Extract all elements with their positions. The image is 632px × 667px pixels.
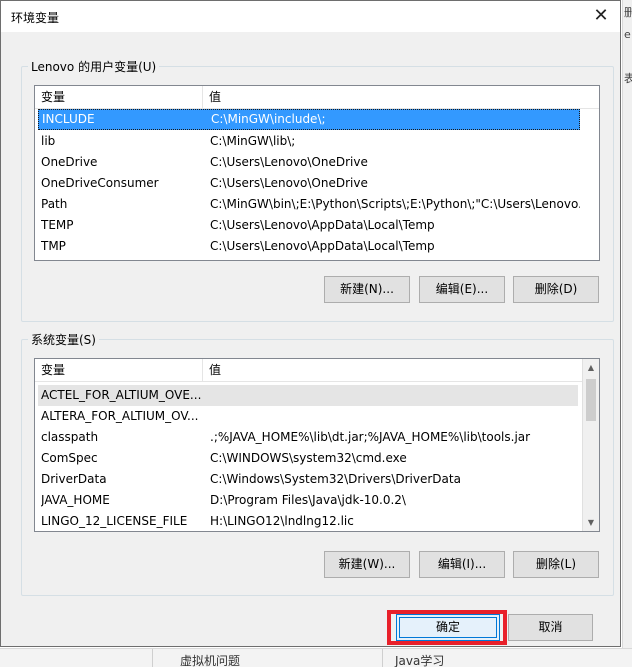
variable-name: LINGO_12_LICENSE_FILE [41,514,188,528]
variable-name: lib [41,134,56,148]
variable-value: D:\Program Files\Java\jdk-10.0.2\ [210,493,406,507]
system-new-button[interactable]: 新建(W)... [324,551,410,578]
background-window-bottom: 虚拟机问题 Java学习 [0,648,632,667]
background-text: 虚拟机问题 [180,654,241,667]
variable-value: .;%JAVA_HOME%\lib\dt.jar;%JAVA_HOME%\lib… [210,430,531,444]
table-row[interactable]: classpath .;%JAVA_HOME%\lib\dt.jar;%JAVA… [38,427,578,448]
close-icon[interactable]: ✕ [588,4,614,28]
title-bar: 环境变量 ✕ [1,1,620,32]
variable-value: C:\MinGW\bin\;E:\Python\Scripts\;E:\Pyth… [210,197,580,211]
list-header: 变量 值 [35,86,599,109]
table-row[interactable]: DriverData C:\Windows\System32\Drivers\D… [38,469,578,490]
background-text: 表 [624,72,632,85]
user-new-button[interactable]: 新建(N)... [324,276,410,303]
variable-value: C:\WINDOWS\system32\cmd.exe [210,451,407,465]
table-row[interactable]: Path C:\MinGW\bin\;E:\Python\Scripts\;E:… [38,194,580,215]
variable-name: ComSpec [41,451,98,465]
variable-name: TEMP [41,218,74,232]
column-header-variable[interactable]: 变量 [35,86,203,108]
background-text: 删 [624,6,632,19]
variable-value: C:\Users\Lenovo\AppData\Local\Temp [210,218,435,232]
variable-value: C:\Windows\System32\Drivers\DriverData [210,472,461,486]
background-divider [382,649,383,667]
annotation-highlight-box [387,610,507,645]
scroll-down-icon[interactable]: ▼ [583,514,599,531]
variable-name: Path [41,197,68,211]
system-variables-legend: 系统变量(S) [31,333,96,347]
variable-name: OneDriveConsumer [41,176,159,190]
variable-name: TMP [41,239,66,253]
column-header-variable[interactable]: 变量 [35,359,203,381]
user-edit-button[interactable]: 编辑(E)... [419,276,505,303]
dialog-title: 环境变量 [11,11,60,25]
variable-value: C:\Users\Lenovo\OneDrive [210,155,368,169]
table-row[interactable]: INCLUDE C:\MinGW\include\; [38,109,580,130]
table-row[interactable]: LINGO_12_LICENSE_FILE H:\LINGO12\lndlng1… [38,511,578,531]
variable-name: DriverData [41,472,107,486]
user-variables-legend: Lenovo 的用户变量(U) [31,60,157,74]
background-text: e [624,28,631,41]
variable-name: OneDrive [41,155,98,169]
table-row[interactable]: OneDrive C:\Users\Lenovo\OneDrive [38,152,580,173]
table-row[interactable]: JAVA_HOME D:\Program Files\Java\jdk-10.0… [38,490,578,511]
variable-value: C:\MinGW\lib\; [210,134,296,148]
variable-value: H:\LINGO12\lndlng12.lic [210,514,354,528]
user-delete-button[interactable]: 删除(D) [513,276,599,303]
variable-name: classpath [41,430,99,444]
variable-value: C:\Users\Lenovo\AppData\Local\Temp [210,239,435,253]
background-window-strip: 删 e 表 [622,0,632,666]
scroll-thumb[interactable] [586,379,596,421]
column-header-value[interactable]: 值 [203,359,221,381]
table-row[interactable]: TEMP C:\Users\Lenovo\AppData\Local\Temp [38,215,580,236]
cancel-button[interactable]: 取消 [508,614,593,641]
background-text: Java学习 [395,654,445,667]
background-divider [152,649,153,667]
table-row[interactable]: OneDriveConsumer C:\Users\Lenovo\OneDriv… [38,173,580,194]
system-variables-list[interactable]: 变量 值 ACTEL_FOR_ALTIUM_OVE... ALTERA_FOR_… [34,358,600,532]
user-variables-list[interactable]: 变量 值 INCLUDE C:\MinGW\include\; lib C:\M… [34,85,600,261]
list-header: 变量 值 [35,359,583,382]
table-row[interactable]: lib C:\MinGW\lib\; [38,131,580,152]
variable-name: INCLUDE [42,112,95,126]
column-header-value[interactable]: 值 [203,86,221,108]
variable-value: C:\MinGW\include\; [211,112,326,126]
table-row[interactable]: ACTEL_FOR_ALTIUM_OVE... [38,385,578,406]
variable-name: ACTEL_FOR_ALTIUM_OVE... [41,388,201,402]
table-row[interactable]: ComSpec C:\WINDOWS\system32\cmd.exe [38,448,578,469]
scroll-up-icon[interactable]: ▲ [583,359,599,376]
system-edit-button[interactable]: 编辑(I)... [419,551,505,578]
table-row[interactable]: ALTERA_FOR_ALTIUM_OV... [38,406,578,427]
system-delete-button[interactable]: 删除(L) [513,551,599,578]
vertical-scrollbar[interactable]: ▲ ▼ [582,359,599,531]
variable-value: C:\Users\Lenovo\OneDrive [210,176,368,190]
variable-name: JAVA_HOME [41,493,110,507]
table-row[interactable]: TMP C:\Users\Lenovo\AppData\Local\Temp [38,236,580,257]
variable-name: ALTERA_FOR_ALTIUM_OV... [41,409,199,423]
